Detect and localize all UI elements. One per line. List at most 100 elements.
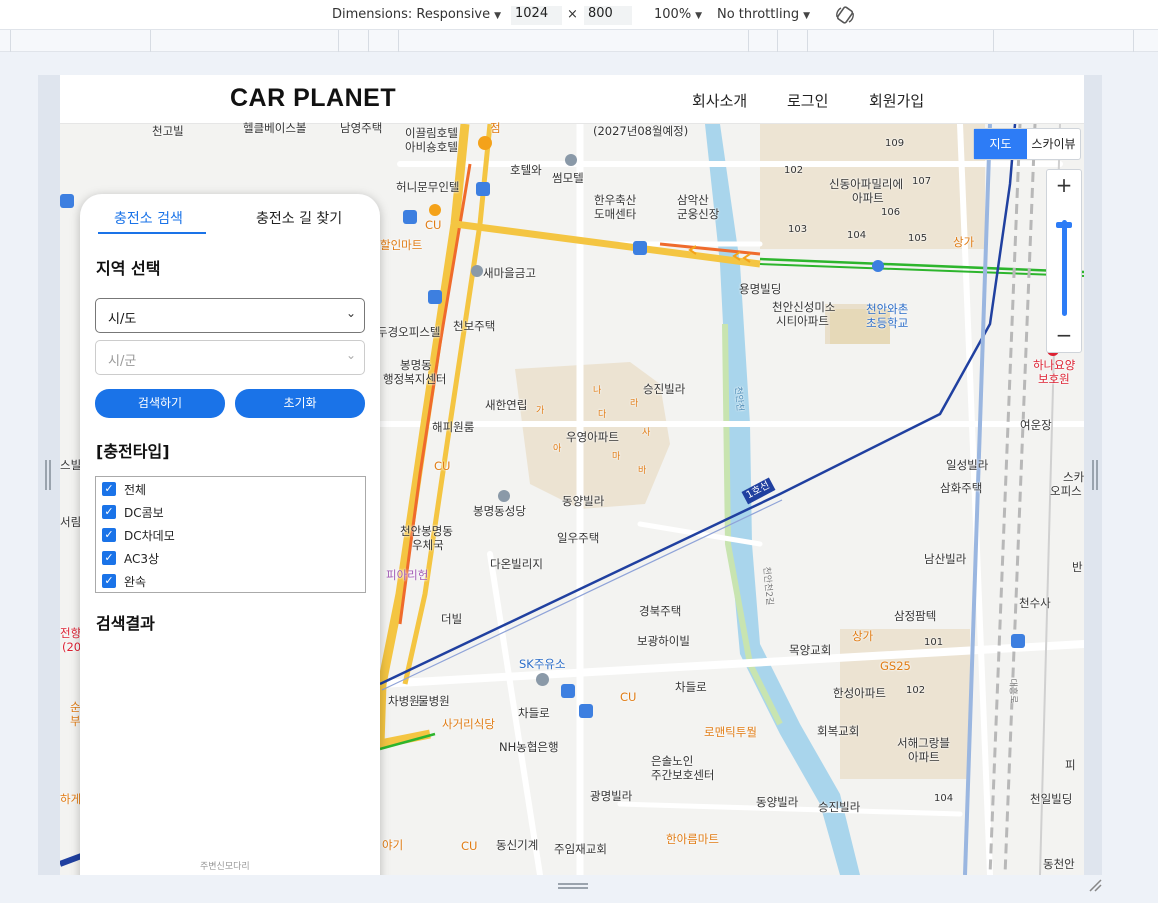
bus-stop-icon[interactable] <box>60 194 74 208</box>
zoom-slider-handle[interactable] <box>1056 221 1072 228</box>
checkbox-checked-icon[interactable]: ✓ <box>102 574 116 588</box>
map-label: 천고빌 <box>152 124 184 138</box>
map-label: 라 <box>630 399 639 409</box>
map-canvas[interactable]: 천고빌 헬클베이스볼 남영주택 이끌림호텔 아비숑호텔 점 (2027년08월예… <box>60 121 1084 875</box>
left-resize-handle[interactable] <box>45 460 51 490</box>
bus-stop-icon[interactable] <box>476 182 490 196</box>
map-label: 서림 <box>60 515 82 529</box>
corner-resize-icon[interactable] <box>1088 878 1102 892</box>
bus-stop-icon[interactable] <box>1011 634 1025 648</box>
map-label: SK주유소 <box>519 657 566 671</box>
bus-stop-icon[interactable] <box>633 241 647 255</box>
map-label: 104 <box>847 230 867 241</box>
rotate-icon[interactable] <box>835 5 855 25</box>
chevron-down-icon: ▼ <box>494 11 502 21</box>
map-label: 삼악산 <box>677 193 709 207</box>
checkbox-checked-icon[interactable]: ✓ <box>102 505 116 519</box>
map-label: 오피스 <box>1050 484 1082 498</box>
map-label: 새한연립 <box>485 398 528 412</box>
charge-type-option[interactable]: ✓ 완속 <box>102 571 146 591</box>
site-logo[interactable]: CAR PLANET <box>230 84 396 113</box>
map-label: 천안신성미소 <box>772 300 836 314</box>
map-type-map[interactable]: 지도 <box>974 129 1027 159</box>
map-label: 102 <box>784 165 804 176</box>
sido-select[interactable]: 시/도 ⌄ <box>95 298 365 333</box>
active-tab-underline <box>98 232 206 234</box>
map-label: 105 <box>908 233 928 244</box>
map-label: CU <box>620 690 637 704</box>
zoom-slider-track[interactable] <box>1062 220 1067 316</box>
map-label: 반 <box>1072 560 1083 574</box>
right-resize-handle[interactable] <box>1092 460 1098 490</box>
width-input[interactable]: 1024 <box>511 6 562 25</box>
store-marker-icon[interactable] <box>429 204 441 216</box>
reset-button[interactable]: 초기화 <box>235 389 365 418</box>
bottom-resize-handle[interactable] <box>558 883 588 889</box>
map-type-toggle[interactable]: 지도 스카이뷰 <box>973 128 1081 160</box>
charge-type-option[interactable]: ✓ DC콤보 <box>102 502 164 522</box>
charge-type-option[interactable]: ✓ 전체 <box>102 479 146 499</box>
map-type-skyview[interactable]: 스카이뷰 <box>1027 129 1080 159</box>
nav-about[interactable]: 회사소개 <box>692 90 747 111</box>
gas-station-marker-icon[interactable] <box>536 673 549 686</box>
tab-route-search[interactable]: 충전소 길 찾기 <box>256 208 342 228</box>
height-input[interactable]: 800 <box>584 6 632 25</box>
map-label: 헬클베이스볼 <box>243 121 307 135</box>
map-label: 상가 <box>953 235 975 249</box>
sigun-select[interactable]: 시/군 ⌄ <box>95 340 365 375</box>
bus-stop-icon[interactable] <box>561 684 575 698</box>
map-label: 아비숑호텔 <box>405 140 458 154</box>
hotel-marker-icon[interactable] <box>565 154 577 166</box>
checkbox-checked-icon[interactable]: ✓ <box>102 482 116 496</box>
map-label: 아파트 <box>852 191 884 205</box>
bus-stop-icon[interactable] <box>428 290 442 304</box>
throttling-label: No throttling <box>717 7 800 22</box>
map-label: 경북주택 <box>639 604 682 618</box>
map-label: NH농협은행 <box>499 740 559 754</box>
map-label: CU <box>425 218 442 232</box>
map-label: 용명빌딩 <box>739 282 782 296</box>
map-label: 천안봉명동 <box>400 524 453 538</box>
restaurant-marker-icon[interactable] <box>478 136 492 150</box>
region-heading: 지역 선택 <box>96 259 161 278</box>
zoom-dropdown[interactable]: 100% ▼ <box>654 7 702 22</box>
nav-signup[interactable]: 회원가입 <box>869 90 924 111</box>
map-label: 부 <box>70 714 81 728</box>
checkbox-checked-icon[interactable]: ✓ <box>102 551 116 565</box>
map-label: 하게 <box>60 792 82 806</box>
checkbox-checked-icon[interactable]: ✓ <box>102 528 116 542</box>
map-label: 피 <box>1065 758 1076 772</box>
bus-stop-icon[interactable] <box>579 704 593 718</box>
bus-stop-icon[interactable] <box>403 210 417 224</box>
map-label: 보광하이빌 <box>637 634 690 648</box>
zoom-in-button[interactable]: + <box>1047 173 1081 197</box>
bank-marker-icon[interactable] <box>471 265 483 277</box>
map-label: 가 <box>536 406 545 416</box>
map-label: 할인마트 <box>380 238 423 252</box>
search-button[interactable]: 검색하기 <box>95 389 225 418</box>
sido-value: 시/도 <box>108 312 137 327</box>
map-label: 두경오피스텔 <box>377 325 441 339</box>
charge-type-option[interactable]: ✓ AC3상 <box>102 548 159 568</box>
map-label: 초등학교 <box>866 316 909 330</box>
zoom-out-button[interactable]: − <box>1047 323 1081 347</box>
throttling-dropdown[interactable]: No throttling ▼ <box>717 7 810 22</box>
media-query-ruler <box>0 30 1158 52</box>
charge-type-option[interactable]: ✓ DC차데모 <box>102 525 175 545</box>
map-label: 우영아파트 <box>566 430 619 444</box>
charge-type-label: DC콤보 <box>124 505 164 520</box>
nav-login[interactable]: 로그인 <box>787 90 828 111</box>
map-label: 회복교회 <box>817 724 860 738</box>
chevron-down-icon: ▼ <box>803 11 810 21</box>
tab-station-search[interactable]: 충전소 검색 <box>114 208 183 228</box>
map-label: 우체국 <box>412 538 444 552</box>
map-label: 목양교회 <box>789 643 832 657</box>
sigun-value: 시/군 <box>108 354 137 369</box>
church-marker-icon[interactable] <box>498 490 510 502</box>
dimensions-dropdown[interactable]: Dimensions: Responsive ▼ <box>332 7 501 22</box>
school-marker-icon[interactable] <box>872 260 884 272</box>
map-label: 나 <box>593 386 602 396</box>
map-label: 106 <box>881 207 901 218</box>
site-header: CAR PLANET 회사소개 로그인 회원가입 <box>60 75 1084 124</box>
map-label: 승진빌라 <box>818 800 861 814</box>
